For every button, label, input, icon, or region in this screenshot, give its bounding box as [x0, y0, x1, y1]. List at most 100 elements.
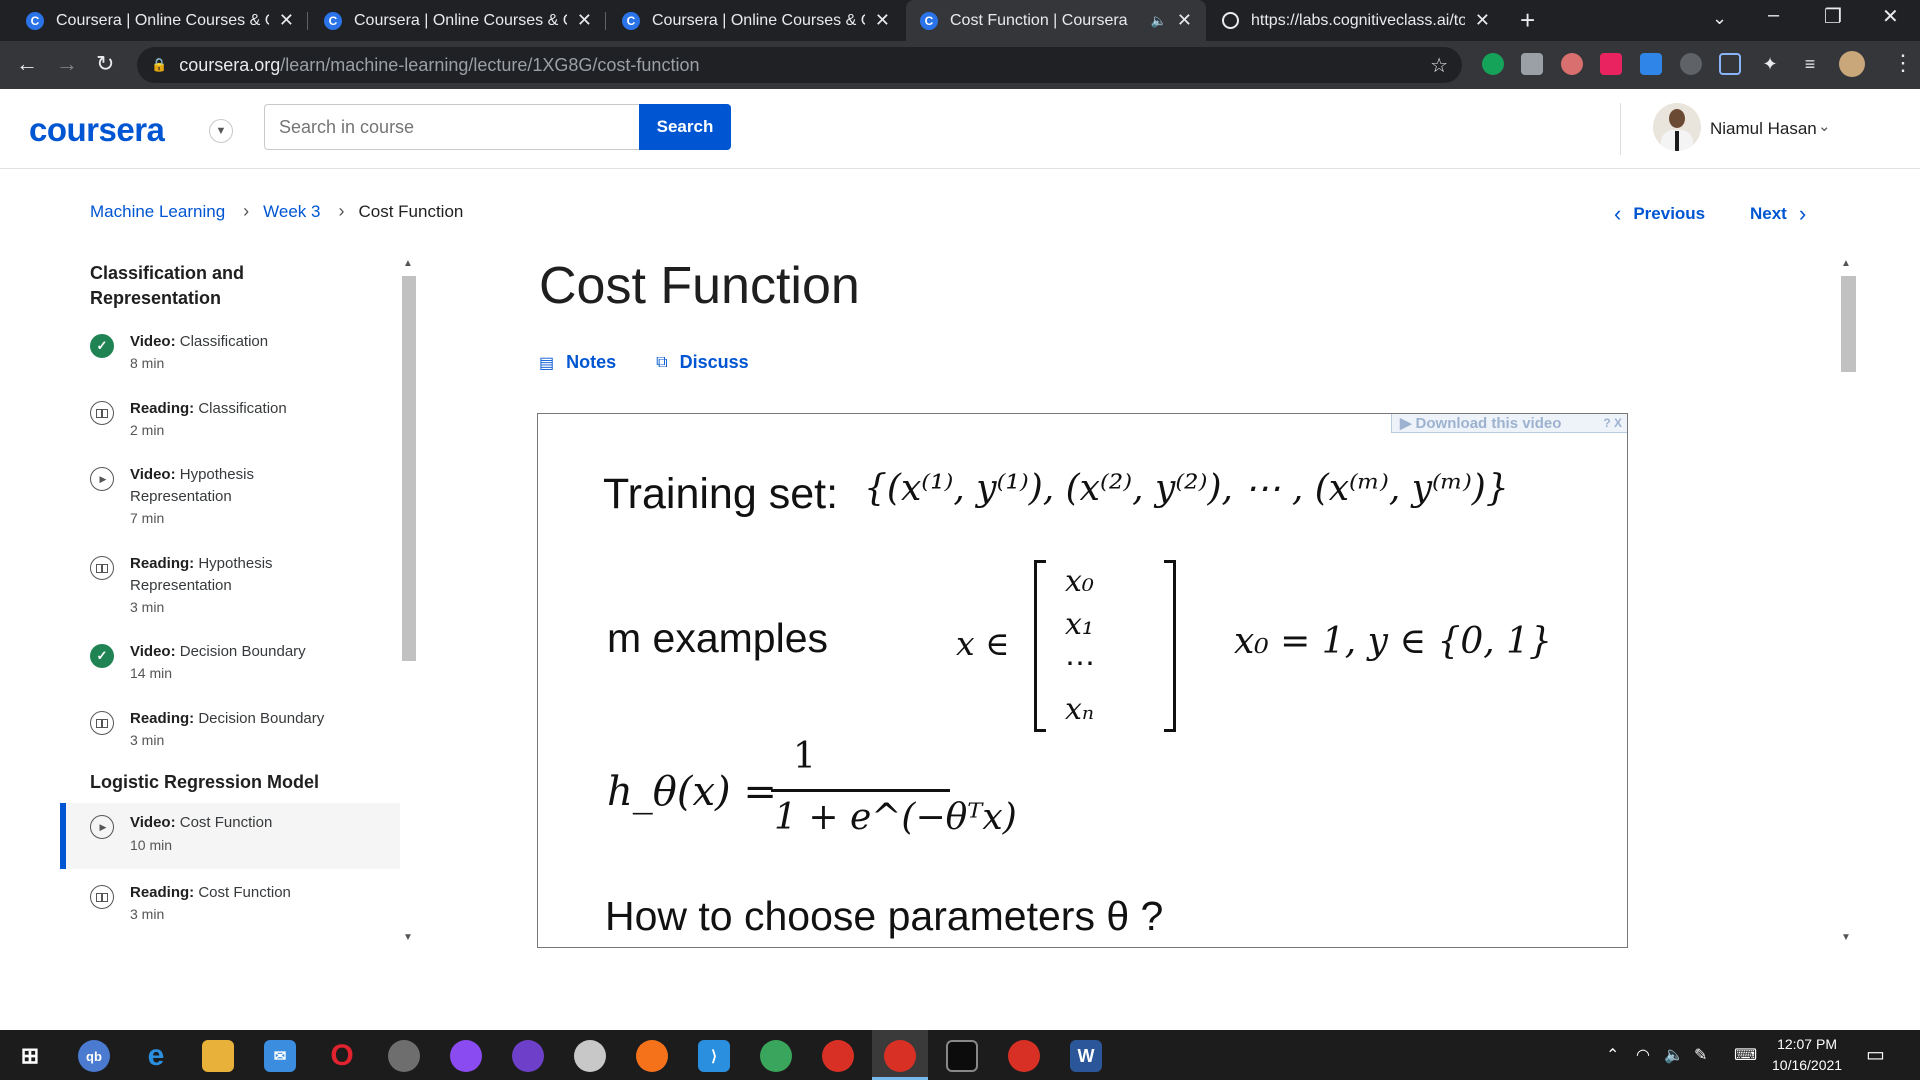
download-help-close[interactable]: ? X: [1603, 416, 1622, 430]
video-player[interactable]: ▶ Download this video ? X Training set: …: [537, 413, 1628, 948]
mail-icon[interactable]: ✉: [264, 1040, 296, 1072]
tab-close-icon[interactable]: ✕: [875, 10, 890, 31]
download-extension-icon[interactable]: [1640, 53, 1662, 75]
scroll-down-arrow-icon[interactable]: ▼: [403, 932, 413, 943]
new-tab-icon[interactable]: +: [1520, 5, 1535, 36]
breadcrumb-link[interactable]: Week 3: [263, 202, 320, 222]
item-kind: Video:: [130, 333, 176, 350]
discuss-button[interactable]: ⧉ Discuss: [656, 352, 748, 373]
previous-button[interactable]: ‹ Previous: [1614, 201, 1705, 227]
user-name[interactable]: Niamul Hasan: [1710, 119, 1817, 139]
menu-kebab-icon[interactable]: ⋮: [1892, 50, 1914, 76]
sidebar-item-reading-hypothesis[interactable]: Reading: Hypothesis Representation 3 min: [60, 553, 400, 625]
chrome-icon[interactable]: [822, 1040, 854, 1072]
app-icon[interactable]: [760, 1040, 792, 1072]
back-arrow-icon[interactable]: ←: [16, 51, 38, 77]
app-icon[interactable]: [574, 1040, 606, 1072]
restore-icon[interactable]: ❐: [1824, 4, 1842, 29]
grammarly-extension-icon[interactable]: [1482, 53, 1504, 75]
tab-close-icon[interactable]: ✕: [1177, 10, 1192, 31]
item-title: Video: Decision Boundary: [130, 641, 360, 663]
notes-button[interactable]: ▤ Notes: [539, 352, 616, 373]
notifications-icon[interactable]: ▭: [1866, 1042, 1885, 1067]
extension-icon[interactable]: [1561, 53, 1583, 75]
pen-extension-icon[interactable]: [1719, 53, 1741, 75]
scroll-up-arrow-icon[interactable]: ▲: [403, 258, 413, 269]
vscode-icon[interactable]: ⟩: [698, 1040, 730, 1072]
camera-extension-icon[interactable]: [1521, 53, 1543, 75]
breadcrumb: Machine Learning › Week 3 › Cost Functio…: [90, 201, 463, 222]
search-button[interactable]: Search: [639, 104, 731, 150]
scroll-up-arrow-icon[interactable]: ▲: [1841, 258, 1851, 269]
forward-arrow-icon[interactable]: →: [56, 51, 78, 77]
terminal-icon[interactable]: [946, 1040, 978, 1072]
speaker-icon[interactable]: 🔈: [1151, 13, 1167, 29]
puzzle-extensions-icon[interactable]: ✦: [1759, 53, 1781, 75]
item-name: Representation: [130, 577, 232, 594]
avatar[interactable]: [1653, 103, 1701, 151]
tab-close-icon[interactable]: ✕: [279, 10, 294, 31]
media-control-icon[interactable]: ≡: [1799, 53, 1821, 75]
windows-start-icon[interactable]: ⊞: [14, 1040, 46, 1072]
sidebar-item-video-decision-boundary[interactable]: ✓ Video: Decision Boundary 14 min: [60, 641, 400, 691]
sidebar-item-video-cost-function[interactable]: ▶ Video: Cost Function 10 min: [60, 803, 400, 869]
sidebar-item-reading-decision-boundary[interactable]: Reading: Decision Boundary 3 min: [60, 708, 400, 758]
todo-extension-icon[interactable]: [1600, 53, 1622, 75]
profile-avatar-icon[interactable]: [1839, 51, 1865, 77]
search-input[interactable]: [264, 104, 640, 150]
course-outline-sidebar: Classification and Representation ✓ Vide…: [60, 256, 400, 948]
slide-question: How to choose parameters θ ?: [605, 893, 1164, 939]
browser-tab[interactable]: C Coursera | Online Courses & Credential…: [310, 0, 606, 41]
chevron-up-icon[interactable]: ⌃: [1606, 1045, 1619, 1065]
chevron-down-icon[interactable]: ⌄: [1818, 117, 1831, 135]
address-bar[interactable]: 🔒 coursera.org /learn/machine-learning/l…: [137, 47, 1462, 83]
chrome-icon[interactable]: [1008, 1040, 1040, 1072]
item-title: Reading: Decision Boundary: [130, 708, 360, 730]
scrollbar-thumb[interactable]: [402, 276, 416, 661]
browser-tab[interactable]: https://labs.cognitiveclass.ai/tools ✕: [1208, 0, 1504, 41]
sidebar-item-video-classification[interactable]: ✓ Video: Classification 8 min: [60, 331, 400, 381]
sidebar-item-reading-cost-function[interactable]: Reading: Cost Function 3 min: [60, 882, 400, 932]
tab-close-icon[interactable]: ✕: [577, 10, 592, 31]
file-explorer-icon[interactable]: [202, 1040, 234, 1072]
browser-tab[interactable]: C Coursera | Online Courses & Credential…: [12, 0, 308, 41]
content-scrollbar[interactable]: ▲ ▼: [1838, 256, 1858, 948]
edge-icon[interactable]: e: [140, 1039, 172, 1072]
browser-tab[interactable]: C Coursera | Online Courses & Credential…: [608, 0, 904, 41]
next-button[interactable]: Next ›: [1750, 201, 1806, 227]
sidebar-item-video-hypothesis[interactable]: ▶ Video: Hypothesis Representation 7 min: [60, 464, 400, 536]
keyboard-icon[interactable]: ⌨: [1734, 1045, 1757, 1065]
chrome-icon[interactable]: [884, 1040, 916, 1072]
scroll-down-arrow-icon[interactable]: ▼: [1841, 932, 1851, 943]
word-icon[interactable]: W: [1070, 1040, 1102, 1072]
vector-entry: x₁: [1065, 607, 1094, 642]
breadcrumb-link[interactable]: Machine Learning: [90, 202, 225, 222]
bookmark-star-icon[interactable]: ☆: [1430, 53, 1448, 78]
sidebar-scrollbar[interactable]: ▲ ▼: [400, 256, 416, 948]
download-video-bar[interactable]: ▶ Download this video ? X: [1391, 414, 1627, 433]
coursera-logo[interactable]: coursera: [29, 111, 165, 149]
close-window-icon[interactable]: ✕: [1882, 4, 1899, 29]
opera-icon[interactable]: O: [326, 1039, 358, 1072]
minimize-icon[interactable]: –: [1768, 4, 1779, 27]
taskbar-clock[interactable]: 12:07 PM 10/16/2021: [1772, 1034, 1842, 1076]
firefox-icon[interactable]: [636, 1040, 668, 1072]
browser-tab-active[interactable]: C Cost Function | Coursera 🔈 ✕: [906, 0, 1206, 41]
volume-icon[interactable]: 🔈: [1664, 1045, 1684, 1065]
chevron-down-icon[interactable]: ▼: [209, 119, 233, 143]
github-icon[interactable]: [512, 1040, 544, 1072]
coursera-favicon-icon: C: [622, 11, 640, 30]
pen-icon[interactable]: ✎: [1694, 1045, 1707, 1065]
app-icon[interactable]: qb: [78, 1040, 110, 1072]
messenger-icon[interactable]: [450, 1040, 482, 1072]
reload-icon[interactable]: ↻: [96, 51, 114, 77]
sidebar-item-reading-classification[interactable]: Reading: Classification 2 min: [60, 398, 400, 448]
tab-separator: [605, 12, 606, 30]
tab-search-icon[interactable]: ⌄: [1712, 8, 1727, 29]
wifi-icon[interactable]: ◠: [1636, 1045, 1650, 1065]
tab-close-icon[interactable]: ✕: [1475, 10, 1490, 31]
sync-extension-icon[interactable]: [1680, 53, 1702, 75]
section-title: Logistic Regression Model: [90, 772, 320, 792]
scrollbar-thumb[interactable]: [1841, 276, 1856, 372]
app-icon[interactable]: [388, 1040, 420, 1072]
